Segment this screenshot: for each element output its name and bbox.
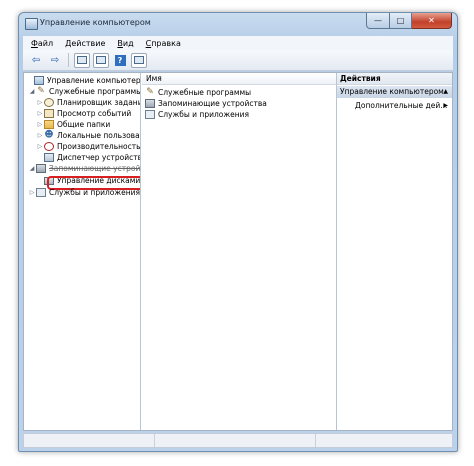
collapsed-arrow-icon[interactable]: ▷ (36, 143, 44, 150)
storage-icon (145, 99, 155, 108)
computer-icon (34, 76, 44, 85)
console-tree-icon (77, 56, 87, 64)
show-console-tree-button[interactable] (74, 52, 90, 68)
clock-icon (44, 98, 54, 107)
close-button[interactable]: ✕ (412, 13, 452, 29)
tree-services-label: Службы и приложения (49, 188, 140, 197)
tree-item-storage[interactable]: ◢ Запоминающие устройства (28, 163, 141, 174)
list-item-label: Служебные программы (158, 88, 252, 97)
actions-section-label: Управление компьютером (340, 87, 444, 96)
tree-device-manager-label: Диспетчер устройств (57, 153, 141, 162)
computer-management-icon (25, 18, 38, 30)
tree-item-performance[interactable]: ▷ Производительность (36, 141, 141, 152)
export-list-button[interactable] (93, 52, 109, 68)
export-list-icon (96, 56, 106, 64)
help-button[interactable]: ? (112, 53, 128, 68)
back-button[interactable]: ⇦ (28, 53, 44, 68)
menu-file-hotkey: Ф (31, 38, 38, 48)
tree-item-task-scheduler[interactable]: ▷ Планировщик заданий (36, 97, 141, 108)
actions-header: Действия (337, 73, 452, 85)
menu-action-label: ействие (71, 38, 106, 48)
tree-shared-folders-label: Общие папки (57, 120, 111, 129)
console-tree: Управление компьютером (л ◢ ✎ Служебные … (24, 73, 141, 430)
storage-icon (36, 164, 46, 173)
users-icon: ☻ (44, 130, 54, 140)
list-item[interactable]: Службы и приложения (145, 109, 249, 120)
collapsed-arrow-icon[interactable]: ▷ (36, 121, 44, 128)
computer-management-window: Управление компьютером — □ ✕ Файл Действ… (18, 12, 458, 452)
menu-help-label: правка (151, 38, 181, 48)
tree-task-scheduler-label: Планировщик заданий (57, 98, 141, 107)
window-controls: — □ ✕ (366, 13, 452, 29)
name-column-header[interactable]: Имя (142, 73, 336, 85)
menu-help[interactable]: Справка (146, 39, 181, 48)
action-pane-icon (134, 56, 144, 64)
expanded-arrow-icon[interactable]: ◢ (28, 165, 36, 172)
toolbar-separator (68, 53, 69, 67)
help-icon: ? (114, 54, 126, 66)
tree-utilities-label: Служебные программы (49, 87, 141, 96)
tree-item-services[interactable]: ▷ Службы и приложения (28, 187, 140, 198)
tree-performance-label: Производительность (57, 142, 141, 151)
actions-section-computer-management[interactable]: Управление компьютером ▲ (337, 86, 452, 98)
more-actions-label: Дополнительные дей... (355, 101, 448, 110)
menu-view[interactable]: Вид (117, 39, 133, 48)
list-item[interactable]: ✎ Служебные программы (145, 87, 251, 98)
services-icon (145, 110, 155, 119)
status-segment (24, 434, 155, 447)
submenu-arrow-icon: ▶ (443, 102, 448, 109)
more-actions-item[interactable]: Дополнительные дей... ▶ (355, 100, 452, 112)
menu-bar: Файл Действие Вид Справка (23, 36, 453, 51)
collapsed-arrow-icon[interactable]: ▷ (36, 99, 44, 106)
title-bar: Управление компьютером — □ ✕ (19, 13, 457, 35)
services-icon (36, 188, 46, 197)
menu-file[interactable]: Файл (31, 39, 53, 48)
folder-icon (44, 120, 54, 129)
menu-action[interactable]: Действие (65, 39, 105, 48)
tree-item-local-users[interactable]: ▷ ☻ Локальные пользовате (36, 130, 141, 141)
tree-event-viewer-label: Просмотр событий (57, 109, 132, 118)
list-item[interactable]: Запоминающие устройства (145, 98, 267, 109)
forward-button[interactable]: ⇨ (47, 53, 63, 68)
show-action-pane-button[interactable] (131, 52, 147, 68)
menu-file-label: айл (37, 38, 54, 48)
collapsed-arrow-icon[interactable]: ▷ (36, 132, 44, 139)
minimize-button[interactable]: — (366, 13, 390, 29)
tools-icon: ✎ (37, 86, 45, 96)
actions-pane: Действия Управление компьютером ▲ Дополн… (337, 73, 452, 430)
results-pane: Имя ✎ Служебные программы Запоминающие у… (142, 73, 337, 430)
toolbar: ⇦ ⇨ ? (23, 50, 453, 71)
tree-item-event-viewer[interactable]: ▷ Просмотр событий (36, 108, 131, 119)
collapsed-arrow-icon[interactable]: ▷ (28, 189, 36, 196)
device-manager-icon (44, 153, 54, 162)
list-item-label: Запоминающие устройства (158, 99, 267, 108)
tree-item-device-manager[interactable]: Диспетчер устройств (36, 152, 141, 163)
tree-item-shared-folders[interactable]: ▷ Общие папки (36, 119, 110, 130)
tree-storage-label: Запоминающие устройства (49, 164, 141, 173)
collapse-up-icon[interactable]: ▲ (443, 86, 448, 98)
main-content: Управление компьютером (л ◢ ✎ Служебные … (23, 72, 453, 431)
list-item-label: Службы и приложения (158, 110, 249, 119)
tools-icon: ✎ (146, 87, 154, 97)
window-title: Управление компьютером (40, 18, 151, 27)
status-segment (155, 434, 316, 447)
tree-item-root[interactable]: Управление компьютером (л (26, 75, 141, 86)
expanded-arrow-icon[interactable]: ◢ (28, 88, 36, 95)
event-log-icon (44, 109, 54, 118)
tree-item-utilities[interactable]: ◢ ✎ Служебные программы (28, 86, 141, 97)
maximize-button[interactable]: □ (390, 13, 412, 29)
performance-icon (44, 142, 54, 151)
tree-local-users-label: Локальные пользовате (57, 131, 141, 140)
status-bar (23, 433, 453, 448)
collapsed-arrow-icon[interactable]: ▷ (36, 110, 44, 117)
menu-view-label: ид (122, 38, 134, 48)
tree-root-label: Управление компьютером (л (47, 76, 141, 85)
